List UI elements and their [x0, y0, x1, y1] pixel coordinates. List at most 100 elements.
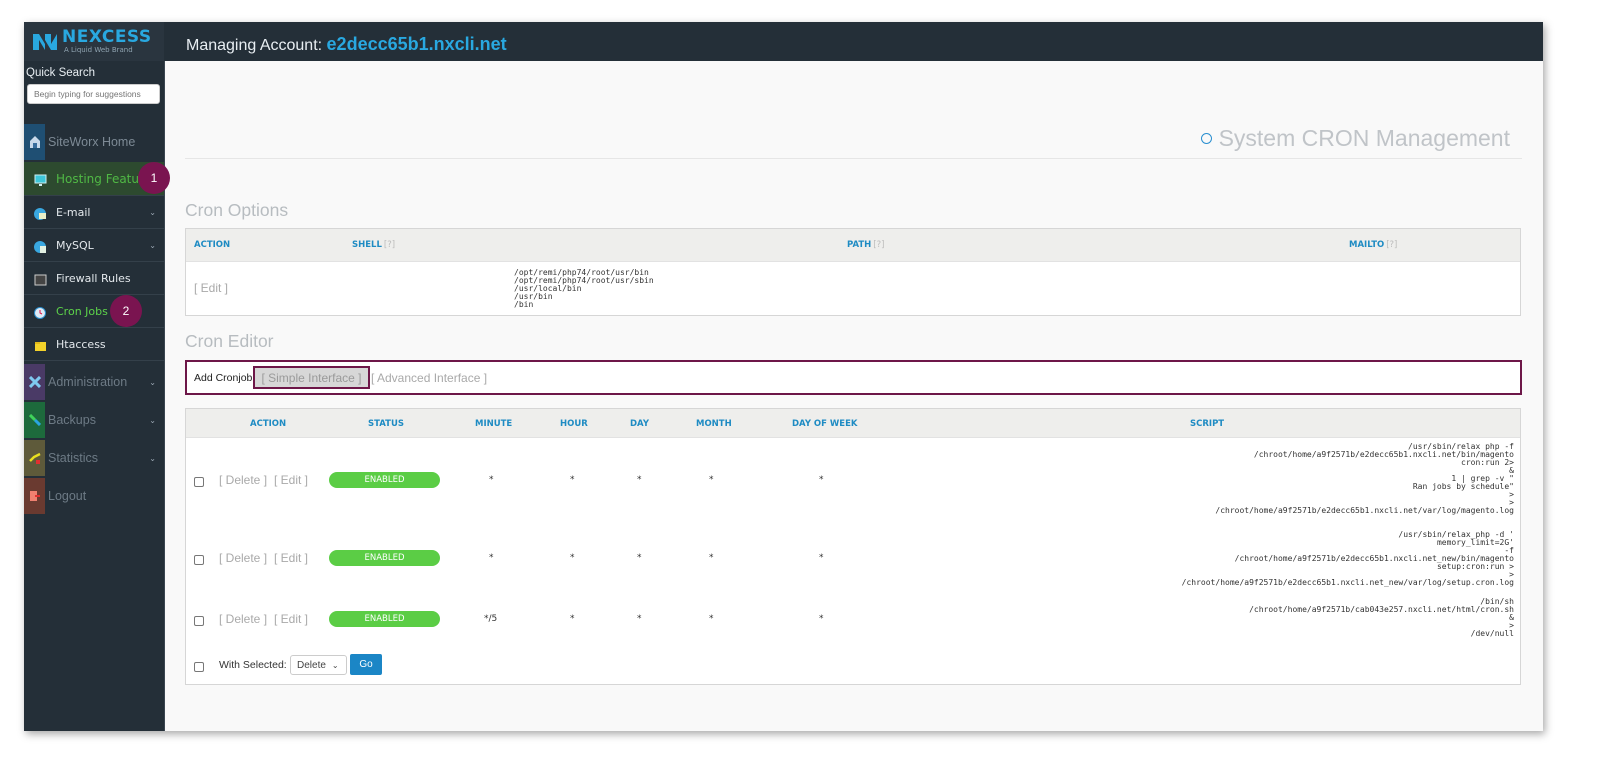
backup-icon: [24, 402, 45, 438]
brand-logo[interactable]: NEXCESS A Liquid Web Brand: [24, 22, 164, 61]
help-icon[interactable]: [?]: [384, 240, 395, 250]
script-value: /usr/sbin/relax_php -d ' memory_limit=2G…: [1181, 530, 1514, 587]
sidebar-item-label: Firewall Rules: [56, 272, 131, 285]
managing-account-label: Managing Account:: [186, 37, 323, 54]
clock-icon: [34, 305, 47, 319]
chevron-down-icon: ⌄: [149, 415, 156, 425]
delete-link[interactable]: [ Delete ]: [219, 612, 267, 626]
folder-icon: [34, 338, 47, 351]
sidebar-item-siteworx-home[interactable]: SiteWorx Home: [24, 124, 164, 160]
day-value: *: [637, 553, 642, 563]
help-icon[interactable]: [?]: [1386, 240, 1397, 250]
day-value: *: [637, 475, 642, 485]
bulk-action-value: Delete: [297, 659, 326, 671]
main-content: System CRON Management Cron Options ACTI…: [165, 61, 1543, 731]
add-cronjob-bar: Add Cronjob: [ Simple Interface ] [ Adva…: [185, 360, 1522, 395]
column-action: ACTION: [194, 240, 231, 250]
dow-value: *: [819, 553, 824, 563]
sidebar-section-logout[interactable]: Logout: [24, 478, 164, 514]
chevron-down-icon: ⌄: [149, 208, 156, 217]
column-path: PATH [?]: [847, 240, 884, 250]
cron-options-header: ACTION SHELL [?] PATH [?] MAILTO [?]: [186, 229, 1520, 262]
column-month: MONTH: [696, 419, 732, 429]
quick-search-input[interactable]: [27, 84, 160, 104]
tools-icon: [24, 364, 45, 400]
divider: [185, 158, 1522, 159]
month-value: *: [709, 553, 714, 563]
sidebar-section-statistics[interactable]: Statistics ⌄: [24, 440, 164, 476]
sidebar-item-label: Cron Jobs: [56, 305, 108, 318]
select-all-checkbox[interactable]: [194, 662, 204, 672]
page-title-text: System CRON Management: [1218, 125, 1510, 151]
edit-link[interactable]: [ Edit ]: [274, 473, 308, 487]
sidebar-item-firewall-rules[interactable]: Firewall Rules: [24, 263, 164, 295]
sidebar-item-label: SiteWorx Home: [48, 135, 136, 149]
column-day-of-week: DAY OF WEEK: [792, 419, 858, 429]
sidebar-item-htaccess[interactable]: Htaccess: [24, 329, 164, 361]
script-value: /usr/sbin/relax php -f /chroot/home/a9f2…: [1215, 442, 1514, 515]
row-checkbox[interactable]: [194, 616, 204, 626]
column-mailto: MAILTO [?]: [1349, 240, 1397, 250]
logout-icon: [24, 478, 45, 514]
sidebar-item-label: Htaccess: [56, 338, 106, 351]
day-value: *: [637, 614, 642, 624]
sidebar-item-cron-jobs[interactable]: Cron Jobs: [24, 296, 164, 328]
column-shell: SHELL [?]: [352, 240, 395, 250]
hour-value: *: [570, 475, 575, 485]
chevron-down-icon: ⌄: [149, 453, 156, 463]
dow-value: *: [819, 614, 824, 624]
column-path-label: PATH: [847, 240, 872, 250]
chevron-down-icon: ⌄: [331, 660, 339, 670]
delete-link[interactable]: [ Delete ]: [219, 551, 267, 565]
path-value: /opt/remi/php74/root/usr/bin /opt/remi/p…: [514, 268, 654, 309]
sidebar-item-label: E-mail: [56, 206, 91, 219]
table-row: [ Delete ] [ Edit ] ENABLED */5 * * * * …: [186, 594, 1520, 644]
column-day: DAY: [630, 419, 649, 429]
minute-value: */5: [484, 614, 498, 624]
table-row: [ Delete ] [ Edit ] ENABLED * * * * * /u…: [186, 439, 1520, 519]
terminal-icon: [34, 272, 47, 286]
page-title: System CRON Management: [1200, 125, 1510, 152]
status-badge: ENABLED: [329, 472, 440, 488]
status-badge: ENABLED: [329, 550, 440, 566]
sidebar: Quick Search SiteWorx Home Hosting Featu…: [24, 61, 165, 731]
annotation-badge-2: 2: [110, 295, 142, 327]
column-action: ACTION: [250, 419, 287, 429]
minute-value: *: [489, 553, 494, 563]
sidebar-item-label: Statistics: [48, 451, 99, 465]
cron-jobs-table: ACTION STATUS MINUTE HOUR DAY MONTH DAY …: [185, 408, 1521, 685]
bulk-actions: With Selected: Delete ⌄ Go: [186, 653, 1520, 679]
edit-options-link[interactable]: [ Edit ]: [194, 281, 228, 295]
cron-editor-heading: Cron Editor: [185, 331, 274, 351]
column-mailto-label: MAILTO: [1349, 240, 1385, 250]
table-row: [ Delete ] [ Edit ] ENABLED * * * * * /u…: [186, 527, 1520, 587]
bulk-action-select[interactable]: Delete ⌄: [290, 655, 347, 675]
simple-interface-button[interactable]: [ Simple Interface ]: [253, 366, 370, 389]
edit-link[interactable]: [ Edit ]: [274, 612, 308, 626]
advanced-interface-button[interactable]: [ Advanced Interface ]: [371, 371, 487, 385]
delete-link[interactable]: [ Delete ]: [219, 473, 267, 487]
row-checkbox[interactable]: [194, 477, 204, 487]
nexcess-logo-icon: [33, 34, 57, 50]
sidebar-item-label: Logout: [48, 489, 87, 503]
brand-name: NEXCESS: [62, 27, 152, 47]
chevron-down-icon: ⌄: [149, 377, 156, 387]
sidebar-section-backups[interactable]: Backups ⌄: [24, 402, 164, 438]
sidebar-item-email[interactable]: E-mail ⌄: [24, 197, 164, 229]
sidebar-item-label: Administration: [48, 375, 128, 389]
cron-options-heading: Cron Options: [185, 200, 289, 220]
clock-icon: [1200, 133, 1212, 144]
sidebar-item-label: MySQL: [56, 239, 94, 252]
cron-options-table: ACTION SHELL [?] PATH [?] MAILTO [?] [ Edit…: [185, 228, 1521, 316]
sidebar-section-administration[interactable]: Administration ⌄: [24, 364, 164, 400]
go-button[interactable]: Go: [350, 654, 382, 675]
add-cronjob-label: Add Cronjob:: [194, 372, 256, 384]
sidebar-item-mysql[interactable]: MySQL ⌄: [24, 230, 164, 262]
help-icon[interactable]: [?]: [873, 240, 884, 250]
column-script: SCRIPT: [1190, 419, 1225, 429]
chevron-down-icon: ⌄: [149, 241, 156, 250]
month-value: *: [709, 475, 714, 485]
edit-link[interactable]: [ Edit ]: [274, 551, 308, 565]
row-checkbox[interactable]: [194, 555, 204, 565]
account-domain: e2decc65b1.nxcli.net: [326, 34, 507, 54]
